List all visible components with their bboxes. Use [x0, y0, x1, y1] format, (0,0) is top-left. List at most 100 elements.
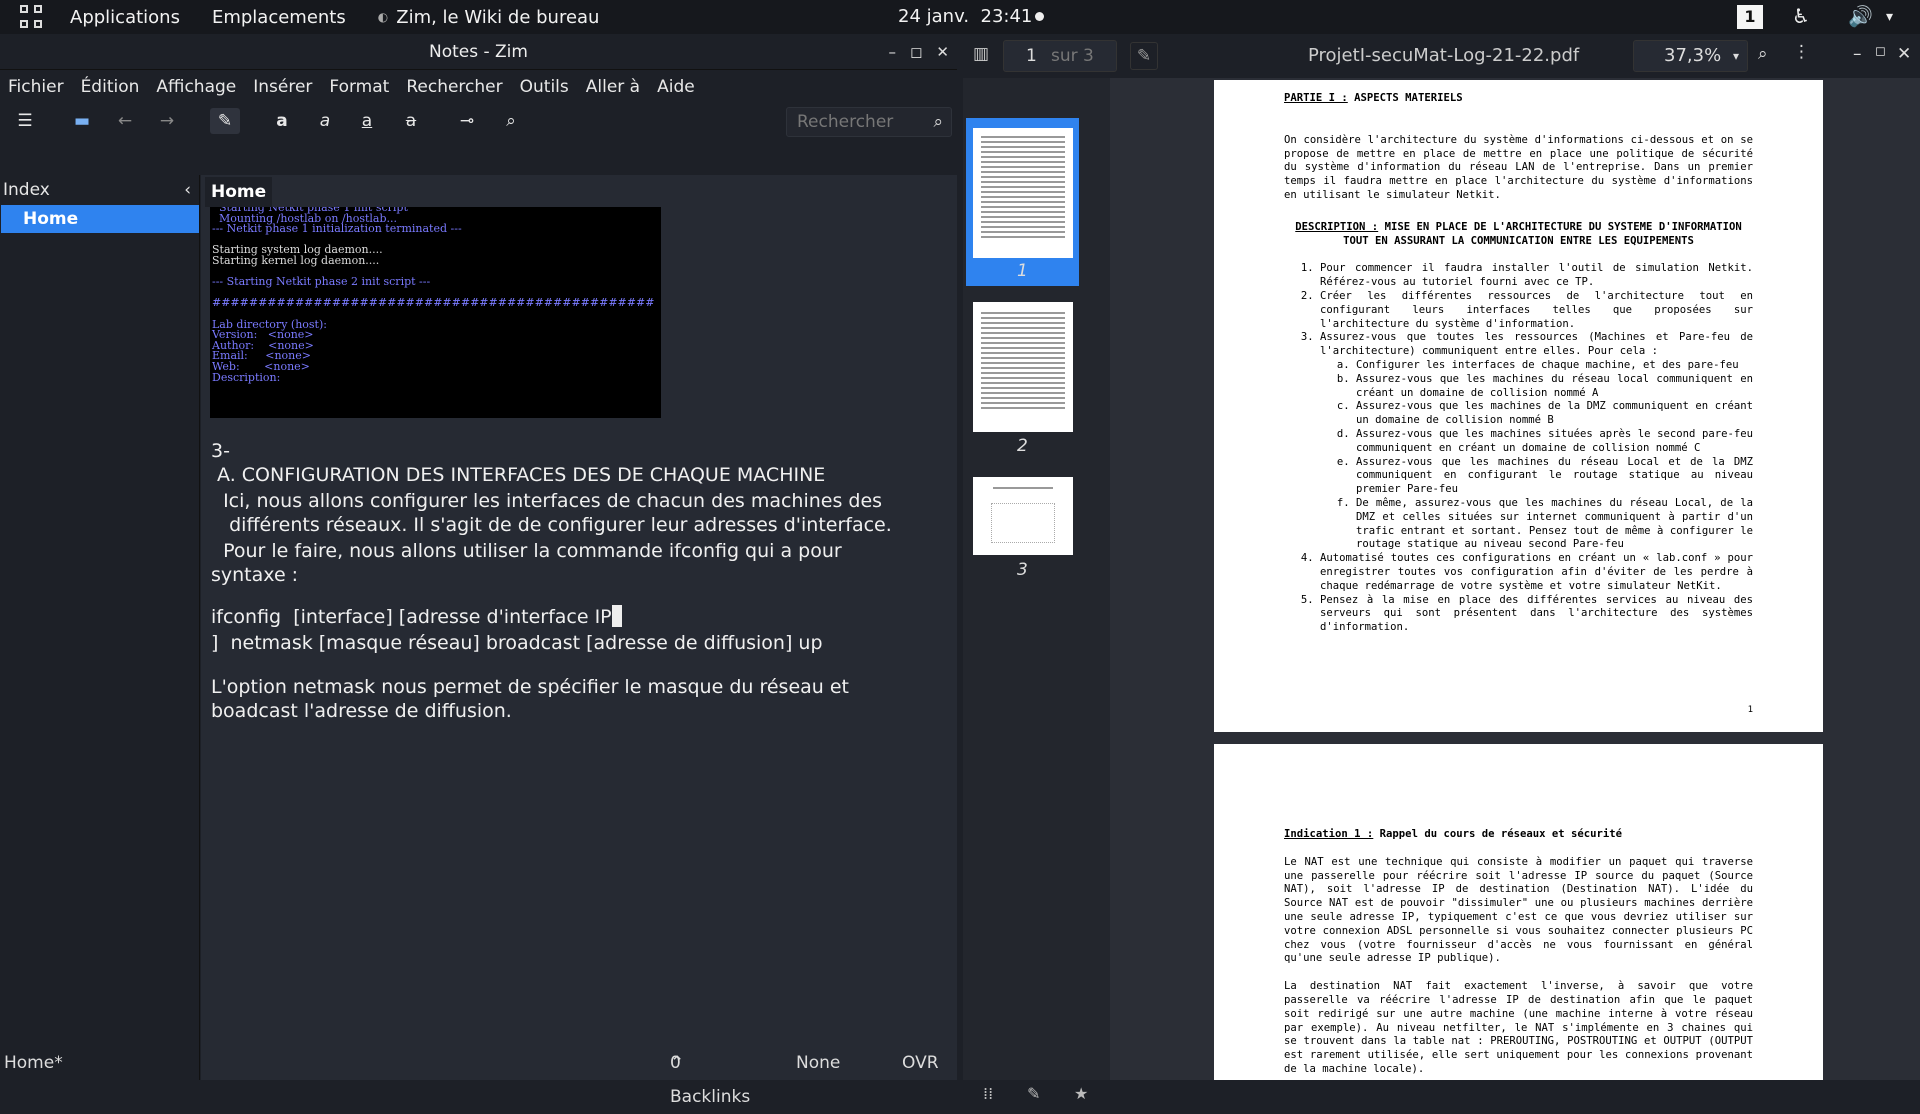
time-label: 23:41	[980, 6, 1033, 27]
insert-link-icon[interactable]: ⊸	[452, 108, 482, 134]
thumbnail-label-2: 2	[1017, 436, 1028, 456]
menu-inserer[interactable]: Insérer	[253, 77, 312, 97]
note-text[interactable]: 3- A. CONFIGURATION DES INTERFACES DES D…	[211, 439, 951, 723]
clock[interactable]: 24 janv. 23:41	[898, 6, 1032, 27]
maximize-icon[interactable]: ◻	[910, 34, 922, 70]
minimize-icon[interactable]: –	[1853, 44, 1862, 64]
annotate-pencil-icon[interactable]: ✎	[1130, 42, 1158, 70]
menubar: Fichier Édition Affichage Insérer Format…	[0, 70, 957, 104]
menu-rechercher[interactable]: Rechercher	[406, 77, 502, 97]
zim-window: Notes - Zim – ◻ ✕ Fichier Édition Affich…	[0, 34, 957, 1107]
list-item: Créer les différentes ressources de l'ar…	[1320, 289, 1753, 330]
page1-description-title: MISE EN PLACE DE L'ARCHITECTURE DU SYSTE…	[1378, 220, 1742, 233]
forward-arrow-icon[interactable]: →	[152, 108, 182, 134]
volume-icon[interactable]: 🔊	[1848, 4, 1873, 28]
page1-description-label: DESCRIPTION :	[1295, 220, 1379, 233]
bookmarks-star-icon[interactable]: ★	[1074, 1084, 1088, 1103]
current-page: 1	[1026, 46, 1037, 66]
zoom-value: 37,3%	[1664, 45, 1722, 66]
close-icon[interactable]: ✕	[1897, 44, 1911, 64]
zim-titlebar: Notes - Zim – ◻ ✕	[0, 34, 957, 70]
app-grid-icon[interactable]	[20, 5, 44, 29]
page1-description-subtitle: TOUT EN ASSURANT LA COMMUNICATION ENTRE …	[1343, 234, 1694, 247]
page1-heading: ASPECTS MATERIELS	[1347, 92, 1463, 104]
page-thumbnail-3[interactable]	[973, 477, 1073, 555]
status-page: Home*	[4, 1053, 63, 1073]
pdf-viewer-window: ▥ 1 sur 3 ✎ ProjetI-secuMat-Log-21-22.pd…	[963, 34, 1920, 1103]
status-style[interactable]: None	[796, 1046, 840, 1080]
page-thumbnail-2[interactable]	[973, 302, 1073, 432]
search-input[interactable]: Rechercher ⌕	[786, 107, 952, 137]
zim-app-icon: ◐	[377, 10, 389, 24]
maximize-icon[interactable]: ◻	[1875, 44, 1886, 59]
terminal-line: Starting kernel log daemon....	[212, 253, 380, 267]
status-insert-mode[interactable]: OVR	[902, 1046, 939, 1080]
search-icon[interactable]: ⌕	[933, 108, 943, 136]
window-title: Notes - Zim	[429, 42, 528, 62]
pdf-filename: ProjetI-secuMat-Log-21-22.pdf	[1308, 45, 1580, 66]
zoom-dropdown[interactable]: 37,3% ▾	[1633, 40, 1748, 72]
toolbar: ☰ ▬ ← → ✎ a a a a ⊸ ⌕ Rechercher ⌕	[0, 104, 957, 138]
menu-outils[interactable]: Outils	[520, 77, 569, 97]
note-line: Pour le faire, nous allons utiliser la c…	[211, 540, 842, 562]
active-app-menu[interactable]: ◐ Zim, le Wiki de bureau	[378, 7, 600, 28]
strikethrough-icon[interactable]: a	[396, 108, 426, 134]
terminal-line: --- Netkit phase 1 initialization termin…	[212, 222, 462, 236]
index-toggle-icon[interactable]: ☰	[10, 108, 40, 134]
bold-icon[interactable]: a	[267, 108, 297, 134]
annotations-view-icon[interactable]: ✎	[1027, 1084, 1040, 1103]
pdf-headerbar: ▥ 1 sur 3 ✎ ProjetI-secuMat-Log-21-22.pd…	[963, 34, 1920, 78]
system-menu-chevron-icon[interactable]: ▾	[1886, 9, 1893, 25]
active-app-label: Zim, le Wiki de bureau	[396, 6, 600, 28]
menu-format[interactable]: Format	[329, 77, 389, 97]
thumbnail-label-3: 3	[1017, 560, 1028, 580]
menu-edition[interactable]: Édition	[81, 77, 140, 97]
back-arrow-icon[interactable]: ←	[110, 108, 140, 134]
thumbnail-footer: ⁞⁞ ✎ ★	[963, 1078, 1110, 1112]
index-label: Index	[3, 180, 50, 200]
edit-pencil-icon[interactable]: ✎	[210, 108, 240, 134]
menu-aide[interactable]: Aide	[657, 77, 695, 97]
page1-number: 1	[1747, 705, 1753, 715]
attach-file-icon[interactable]: ⌕	[496, 108, 526, 134]
thumbnails-view-icon[interactable]: ⁞⁞	[983, 1084, 993, 1103]
search-icon[interactable]: ⌕	[1758, 44, 1768, 64]
list-item: Assurez-vous que les machines du réseau …	[1356, 455, 1753, 496]
collapse-chevron-icon[interactable]: ‹	[184, 175, 191, 205]
page-number-input[interactable]: 1 sur 3	[1003, 40, 1117, 72]
page2-paragraph-1: Le NAT est une technique qui consiste à …	[1284, 855, 1753, 965]
list-item: De même, assurez-vous que les machines d…	[1356, 496, 1753, 551]
search-placeholder: Rechercher	[797, 112, 894, 132]
accessibility-icon[interactable]: ♿	[1792, 4, 1810, 28]
list-item: Assurez-vous que toutes les ressources (…	[1320, 331, 1753, 358]
page-tab-home[interactable]: Home	[205, 177, 273, 207]
note-line: syntaxe :	[211, 564, 299, 586]
page1-task-list: Pour commencer il faudra installer l'out…	[1284, 262, 1753, 635]
index-item-home[interactable]: Home	[1, 205, 199, 233]
menu-aller-a[interactable]: Aller à	[586, 77, 640, 97]
workspace-indicator[interactable]: 1	[1737, 5, 1763, 29]
index-panel: Index ‹ Home	[0, 175, 200, 1080]
pdf-page-1[interactable]: PARTIE I : ASPECTS MATERIELS On considèr…	[1214, 80, 1823, 732]
page-thumbnail-1[interactable]	[973, 128, 1073, 258]
system-topbar: Applications Emplacements ◐ Zim, le Wiki …	[0, 0, 1920, 34]
sidebar-toggle-icon[interactable]: ▥	[973, 44, 989, 64]
kebab-menu-icon[interactable]: ⋮	[1793, 42, 1810, 62]
editor-pane[interactable]: Home Starting Netkit phase 1 init script…	[201, 175, 957, 1080]
notebook-icon[interactable]: ▬	[67, 108, 97, 134]
menu-affichage[interactable]: Affichage	[156, 77, 236, 97]
minimize-icon[interactable]: –	[888, 34, 896, 70]
highlight-icon[interactable]: a	[352, 108, 382, 134]
places-menu[interactable]: Emplacements	[212, 7, 346, 28]
note-line: ifconfig [interface] [adresse d'interfac…	[211, 606, 612, 628]
menu-fichier[interactable]: Fichier	[8, 77, 64, 97]
applications-menu[interactable]: Applications	[70, 7, 180, 28]
note-line: Ici, nous allons configurer les interfac…	[211, 490, 883, 512]
italic-icon[interactable]: a	[310, 108, 340, 134]
terminal-line: Web: <none>	[212, 359, 310, 373]
close-icon[interactable]: ✕	[936, 34, 949, 70]
terminal-line: Version: <none>	[212, 328, 314, 342]
list-item: Pour commencer il faudra installer l'out…	[1320, 262, 1753, 289]
terminal-line: --- Starting Netkit phase 2 init script …	[212, 275, 431, 289]
pdf-page-2[interactable]: Indication 1 : Rappel du cours de réseau…	[1214, 744, 1823, 1080]
